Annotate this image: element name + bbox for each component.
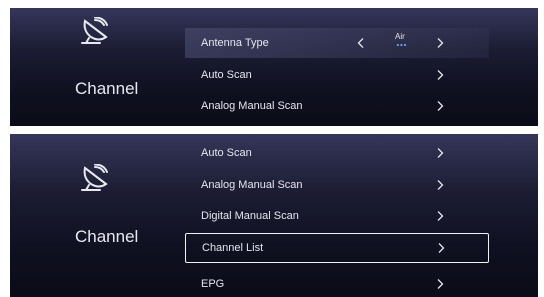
chevron-right-icon (437, 211, 444, 221)
section-header: Channel (10, 134, 175, 297)
menu-item-digital-manual-scan[interactable]: Digital Manual Scan (185, 201, 489, 231)
menu-item-label: EPG (201, 278, 225, 290)
menu-item-label: Auto Scan (201, 147, 252, 159)
satellite-dish-icon (81, 17, 108, 44)
chevron-right-icon (437, 101, 444, 111)
menu-item-label: Channel List (202, 242, 264, 254)
channel-menu-panel-bottom: Channel Auto Scan Analog Manual Scan Dig… (10, 134, 538, 297)
chevron-right-icon (437, 70, 444, 80)
chevron-right-icon (437, 180, 444, 190)
menu-item-label: Analog Manual Scan (201, 100, 303, 112)
channel-menu-panel-top: Channel Antenna Type Air Auto Scan Analo… (10, 8, 538, 126)
section-title: Channel (75, 79, 139, 98)
menu-item-auto-scan[interactable]: Auto Scan (185, 60, 489, 90)
chevron-right-icon (438, 243, 445, 253)
section-header: Channel (10, 8, 175, 126)
option-indicator-dots (396, 44, 407, 46)
menu-item-channel-list[interactable]: Channel List (185, 233, 489, 263)
menu-item-label: Antenna Type (201, 37, 269, 49)
chevron-right-icon (437, 279, 444, 289)
menu-item-label: Auto Scan (201, 69, 252, 81)
menu-item-analog-manual-scan[interactable]: Analog Manual Scan (185, 170, 489, 200)
menu-item-auto-scan[interactable]: Auto Scan (185, 138, 489, 168)
menu-item-epg[interactable]: EPG (185, 269, 489, 297)
menu-item-label: Analog Manual Scan (201, 179, 303, 191)
chevron-left-icon[interactable] (357, 38, 364, 49)
menu-item-label: Digital Manual Scan (201, 210, 299, 222)
satellite-dish-icon (81, 164, 108, 191)
chevron-right-icon (437, 148, 444, 158)
menu-item-antenna-type[interactable]: Antenna Type Air (185, 28, 489, 58)
chevron-right-icon[interactable] (437, 38, 444, 49)
antenna-type-value: Air (395, 32, 405, 41)
menu-item-analog-manual-scan[interactable]: Analog Manual Scan (185, 91, 489, 121)
section-title: Channel (75, 227, 139, 246)
